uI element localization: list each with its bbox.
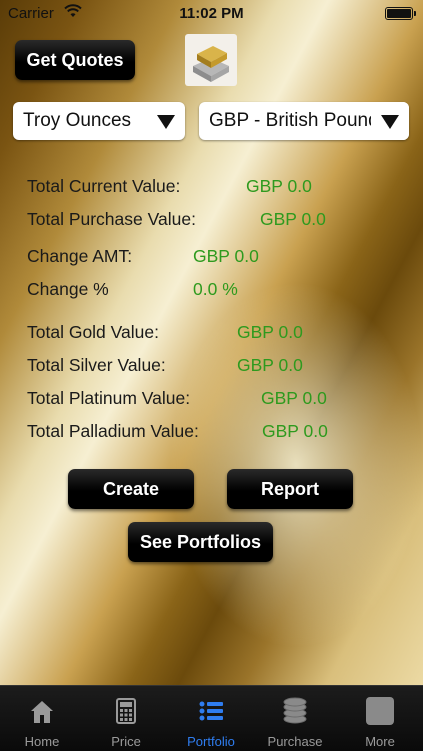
see-portfolios-button[interactable]: See Portfolios (128, 522, 273, 562)
dropdown-arrow-icon (381, 115, 399, 129)
status-bar: Carrier 11:02 PM (0, 0, 423, 28)
battery-icon (385, 7, 416, 20)
total-palladium-value: GBP 0.0 (262, 421, 328, 441)
tab-more[interactable]: More (338, 686, 422, 751)
tab-purchase[interactable]: Purchase (253, 686, 337, 751)
total-platinum-label: Total Platinum Value: (27, 388, 191, 408)
calculator-icon (116, 698, 136, 724)
tab-more-label: More (365, 734, 395, 749)
tab-home[interactable]: Home (0, 686, 84, 751)
total-silver-value: GBP 0.0 (237, 355, 303, 375)
tab-home-label: Home (24, 734, 60, 749)
change-pct-label: Change % (27, 279, 109, 299)
home-icon (31, 701, 53, 723)
report-button[interactable]: Report (227, 469, 353, 509)
currency-select[interactable]: GBP - British Pound (199, 102, 409, 140)
tab-price-label: Price (111, 734, 141, 749)
tab-price[interactable]: Price (84, 686, 168, 751)
change-amt-label: Change AMT: (27, 246, 133, 266)
currency-select-value: GBP - British Pound (209, 110, 379, 131)
unit-select[interactable]: Troy Ounces (13, 102, 185, 140)
tab-portfolio-label: Portfolio (187, 734, 235, 749)
change-pct-value: 0.0 % (193, 279, 238, 299)
total-current-value: GBP 0.0 (246, 176, 312, 196)
total-current-label: Total Current Value: (27, 176, 181, 196)
unit-select-value: Troy Ounces (23, 110, 132, 131)
get-quotes-button[interactable]: Get Quotes (15, 40, 135, 80)
dropdown-arrow-icon (157, 115, 175, 129)
total-purchase-label: Total Purchase Value: (27, 209, 196, 229)
create-button[interactable]: Create (68, 469, 194, 509)
total-gold-label: Total Gold Value: (27, 322, 159, 342)
total-silver-label: Total Silver Value: (27, 355, 166, 375)
gold-bars-icon (185, 34, 237, 86)
clock: 11:02 PM (179, 5, 244, 22)
total-platinum-value: GBP 0.0 (261, 388, 327, 408)
list-icon (199, 701, 223, 721)
total-palladium-label: Total Palladium Value: (27, 421, 199, 441)
total-purchase-value: GBP 0.0 (260, 209, 326, 229)
tab-purchase-label: Purchase (267, 734, 323, 749)
coins-icon (283, 697, 307, 724)
tab-portfolio[interactable]: Portfolio (169, 686, 253, 751)
total-gold-value: GBP 0.0 (237, 322, 303, 342)
change-amt-value: GBP 0.0 (193, 246, 259, 266)
tab-bar: Home Price Portfolio Purchase More (0, 685, 423, 751)
more-icon (366, 697, 394, 725)
